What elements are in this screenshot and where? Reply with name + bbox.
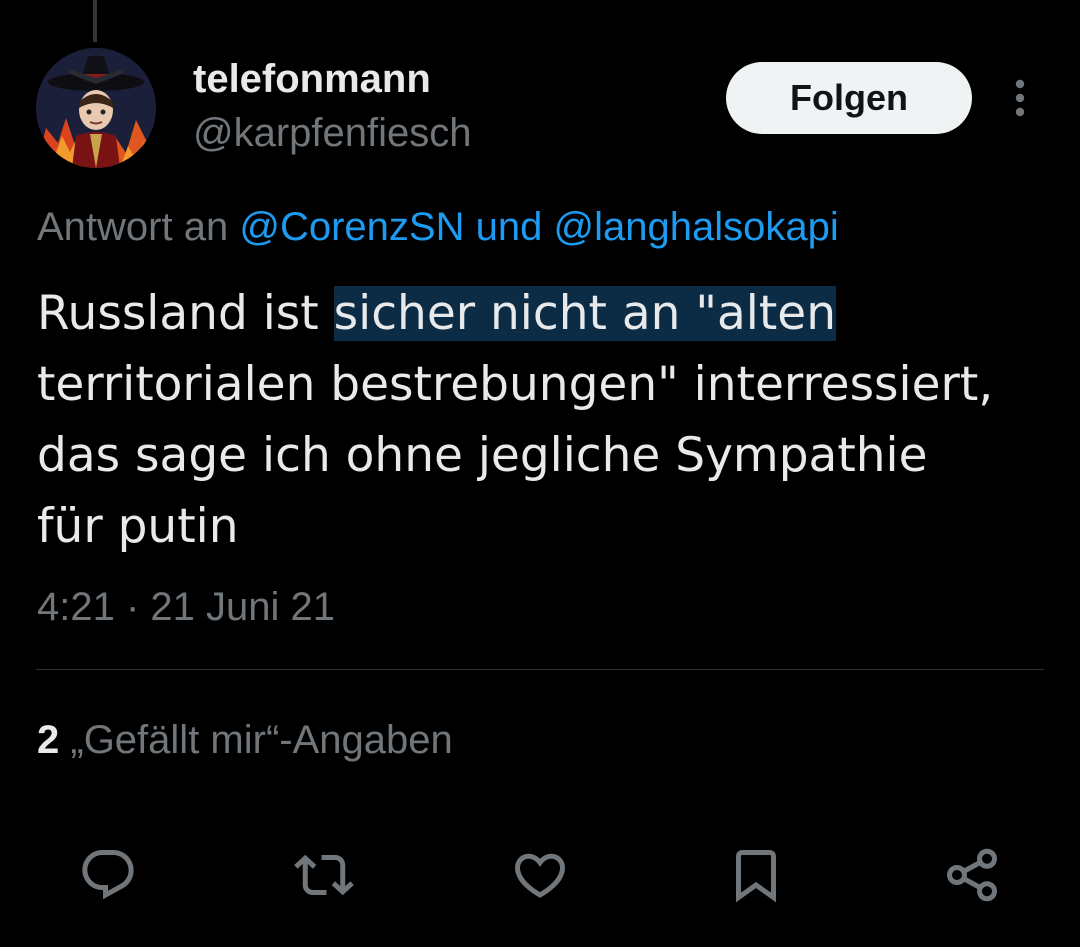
like-button[interactable] (508, 843, 572, 907)
more-vertical-icon (1015, 79, 1025, 117)
follow-button[interactable]: Folgen (726, 62, 972, 134)
reply-icon (82, 850, 134, 900)
bookmark-button[interactable] (724, 843, 788, 907)
tweet-text-line-1: Russland ist sicher nicht an "alten (37, 278, 1047, 349)
tweet-text-line-3: das sage ich ohne jegliche Sympathie (37, 428, 928, 483)
divider (36, 669, 1044, 670)
mention-link-langhalsokapi[interactable]: @langhalsokapi (553, 205, 838, 249)
text-selection-highlight: sicher nicht an "alten (333, 286, 836, 341)
heart-icon (514, 853, 566, 898)
tweet-text-plain: Russland ist (37, 286, 334, 341)
retweet-icon (294, 854, 354, 896)
share-button[interactable] (940, 843, 1004, 907)
thread-connector-line (93, 0, 97, 42)
likes-stat[interactable]: 2 „Gefällt mir“-Angaben (37, 716, 453, 764)
more-options-button[interactable] (1000, 74, 1040, 122)
author-handle[interactable]: @karpfenfiesch (193, 110, 472, 156)
tweet-text-line-2: territorialen bestrebungen" interressier… (37, 357, 994, 412)
share-icon (947, 848, 997, 902)
retweet-button[interactable] (292, 843, 356, 907)
likes-count: 2 (37, 718, 60, 762)
tweet-text: Russland ist sicher nicht an "alten terr… (37, 278, 1047, 562)
tweet-timestamp[interactable]: 4:21 · 21 Juni 21 (37, 583, 335, 631)
reply-context: Antwort an @CorenzSN und @langhalsokapi (37, 203, 839, 251)
reply-button[interactable] (76, 843, 140, 907)
mention-link-corenzsn[interactable]: @CorenzSN (239, 205, 464, 249)
reply-prefix: Antwort an (37, 205, 229, 249)
author-display-name[interactable]: telefonmann (193, 56, 431, 102)
likes-label: „Gefällt mir“-Angaben (70, 718, 453, 762)
avatar[interactable] (36, 48, 156, 168)
avatar-image (36, 48, 156, 168)
tweet-text-line-4: für putin (37, 499, 239, 554)
bookmark-icon (736, 850, 776, 903)
reply-conjunction: und (475, 205, 543, 249)
